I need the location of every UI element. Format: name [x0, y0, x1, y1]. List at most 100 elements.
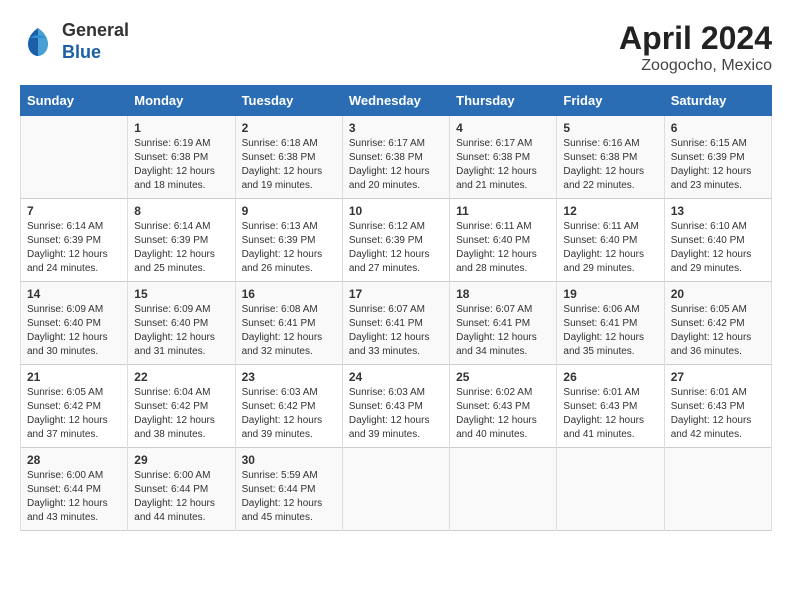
day-info: Sunrise: 6:13 AM Sunset: 6:39 PM Dayligh… — [242, 220, 336, 276]
day-info: Sunrise: 6:11 AM Sunset: 6:40 PM Dayligh… — [563, 220, 657, 276]
calendar-cell: 15 Sunrise: 6:09 AM Sunset: 6:40 PM Dayli… — [128, 282, 235, 365]
day-number: 11 — [456, 204, 550, 218]
calendar-cell: 21 Sunrise: 6:05 AM Sunset: 6:42 PM Dayli… — [21, 365, 128, 448]
day-info: Sunrise: 6:19 AM Sunset: 6:38 PM Dayligh… — [134, 137, 228, 193]
day-number: 19 — [563, 287, 657, 301]
header: General Blue April 2024 Zoogocho, Mexico — [20, 20, 772, 75]
day-info: Sunrise: 6:00 AM Sunset: 6:44 PM Dayligh… — [134, 469, 228, 525]
calendar-cell — [342, 448, 449, 531]
logo-text: General Blue — [62, 20, 129, 63]
calendar-cell: 18Sunrise: 6:07 AM Sunset: 6:41 PM Dayli… — [450, 282, 557, 365]
calendar-table: SundayMondayTuesdayWednesdayThursdayFrid… — [20, 85, 772, 531]
calendar-cell: 7 Sunrise: 6:14 AM Sunset: 6:39 PM Daylig… — [21, 199, 128, 282]
calendar-cell: 2 Sunrise: 6:18 AM Sunset: 6:38 PM Daylig… — [235, 116, 342, 199]
day-number: 3 — [349, 121, 443, 135]
day-header-friday: Friday — [557, 86, 664, 116]
calendar-cell: 12 Sunrise: 6:11 AM Sunset: 6:40 PM Dayli… — [557, 199, 664, 282]
calendar-cell: 9 Sunrise: 6:13 AM Sunset: 6:39 PM Daylig… — [235, 199, 342, 282]
day-number: 7 — [27, 204, 121, 218]
day-info: Sunrise: 6:10 AM Sunset: 6:40 PM Dayligh… — [671, 220, 765, 276]
day-info: Sunrise: 6:14 AM Sunset: 6:39 PM Dayligh… — [134, 220, 228, 276]
day-number: 23 — [242, 370, 336, 384]
day-info: Sunrise: 6:17 AM Sunset: 6:38 PM Dayligh… — [349, 137, 443, 193]
week-row-5: 28Sunrise: 6:00 AM Sunset: 6:44 PM Dayli… — [21, 448, 772, 531]
day-number: 5 — [563, 121, 657, 135]
title-area: April 2024 Zoogocho, Mexico — [619, 20, 772, 75]
day-info: Sunrise: 6:14 AM Sunset: 6:39 PM Dayligh… — [27, 220, 121, 276]
day-info: Sunrise: 6:07 AM Sunset: 6:41 PM Dayligh… — [456, 303, 550, 359]
day-header-saturday: Saturday — [664, 86, 771, 116]
day-info: Sunrise: 6:03 AM Sunset: 6:43 PM Dayligh… — [349, 386, 443, 442]
calendar-cell: 25Sunrise: 6:02 AM Sunset: 6:43 PM Dayli… — [450, 365, 557, 448]
day-info: Sunrise: 6:08 AM Sunset: 6:41 PM Dayligh… — [242, 303, 336, 359]
day-header-monday: Monday — [128, 86, 235, 116]
day-info: Sunrise: 6:12 AM Sunset: 6:39 PM Dayligh… — [349, 220, 443, 276]
day-number: 2 — [242, 121, 336, 135]
day-number: 1 — [134, 121, 228, 135]
day-info: Sunrise: 6:04 AM Sunset: 6:42 PM Dayligh… — [134, 386, 228, 442]
calendar-cell: 17 Sunrise: 6:07 AM Sunset: 6:41 PM Dayli… — [342, 282, 449, 365]
day-number: 22 — [134, 370, 228, 384]
day-info: Sunrise: 6:06 AM Sunset: 6:41 PM Dayligh… — [563, 303, 657, 359]
calendar-cell: 6Sunrise: 6:15 AM Sunset: 6:39 PM Daylig… — [664, 116, 771, 199]
calendar-cell — [21, 116, 128, 199]
day-number: 13 — [671, 204, 765, 218]
day-number: 16 — [242, 287, 336, 301]
day-header-sunday: Sunday — [21, 86, 128, 116]
day-number: 29 — [134, 453, 228, 467]
day-number: 21 — [27, 370, 121, 384]
month-year: April 2024 — [619, 20, 772, 57]
calendar-cell: 5 Sunrise: 6:16 AM Sunset: 6:38 PM Daylig… — [557, 116, 664, 199]
calendar-cell: 30Sunrise: 5:59 AM Sunset: 6:44 PM Dayli… — [235, 448, 342, 531]
day-info: Sunrise: 6:07 AM Sunset: 6:41 PM Dayligh… — [349, 303, 443, 359]
calendar-body: 1 Sunrise: 6:19 AM Sunset: 6:38 PM Daylig… — [21, 116, 772, 531]
day-header-tuesday: Tuesday — [235, 86, 342, 116]
day-number: 20 — [671, 287, 765, 301]
week-row-4: 21 Sunrise: 6:05 AM Sunset: 6:42 PM Dayli… — [21, 365, 772, 448]
day-number: 27 — [671, 370, 765, 384]
day-number: 30 — [242, 453, 336, 467]
calendar-cell — [450, 448, 557, 531]
calendar-cell: 28Sunrise: 6:00 AM Sunset: 6:44 PM Dayli… — [21, 448, 128, 531]
calendar-cell: 27 Sunrise: 6:01 AM Sunset: 6:43 PM Dayli… — [664, 365, 771, 448]
day-number: 10 — [349, 204, 443, 218]
calendar-cell: 23Sunrise: 6:03 AM Sunset: 6:42 PM Dayli… — [235, 365, 342, 448]
calendar-cell: 16 Sunrise: 6:08 AM Sunset: 6:41 PM Dayli… — [235, 282, 342, 365]
logo: General Blue — [20, 20, 129, 63]
day-info: Sunrise: 6:05 AM Sunset: 6:42 PM Dayligh… — [27, 386, 121, 442]
day-number: 4 — [456, 121, 550, 135]
calendar-cell: 20Sunrise: 6:05 AM Sunset: 6:42 PM Dayli… — [664, 282, 771, 365]
day-info: Sunrise: 6:17 AM Sunset: 6:38 PM Dayligh… — [456, 137, 550, 193]
calendar-cell — [664, 448, 771, 531]
calendar-cell: 22 Sunrise: 6:04 AM Sunset: 6:42 PM Dayli… — [128, 365, 235, 448]
calendar-cell: 3 Sunrise: 6:17 AM Sunset: 6:38 PM Daylig… — [342, 116, 449, 199]
day-number: 17 — [349, 287, 443, 301]
day-header-wednesday: Wednesday — [342, 86, 449, 116]
day-info: Sunrise: 6:16 AM Sunset: 6:38 PM Dayligh… — [563, 137, 657, 193]
calendar-header: SundayMondayTuesdayWednesdayThursdayFrid… — [21, 86, 772, 116]
week-row-2: 7 Sunrise: 6:14 AM Sunset: 6:39 PM Daylig… — [21, 199, 772, 282]
day-number: 15 — [134, 287, 228, 301]
day-info: Sunrise: 6:18 AM Sunset: 6:38 PM Dayligh… — [242, 137, 336, 193]
day-number: 12 — [563, 204, 657, 218]
calendar-cell: 10 Sunrise: 6:12 AM Sunset: 6:39 PM Dayli… — [342, 199, 449, 282]
day-header-thursday: Thursday — [450, 86, 557, 116]
calendar-cell: 29 Sunrise: 6:00 AM Sunset: 6:44 PM Dayli… — [128, 448, 235, 531]
calendar-cell: 19 Sunrise: 6:06 AM Sunset: 6:41 PM Dayli… — [557, 282, 664, 365]
day-info: Sunrise: 6:09 AM Sunset: 6:40 PM Dayligh… — [134, 303, 228, 359]
logo-blue-text: Blue — [62, 42, 129, 64]
day-number: 6 — [671, 121, 765, 135]
calendar-cell: 11Sunrise: 6:11 AM Sunset: 6:40 PM Dayli… — [450, 199, 557, 282]
day-number: 14 — [27, 287, 121, 301]
calendar-cell: 14Sunrise: 6:09 AM Sunset: 6:40 PM Dayli… — [21, 282, 128, 365]
day-info: Sunrise: 6:01 AM Sunset: 6:43 PM Dayligh… — [671, 386, 765, 442]
day-info: Sunrise: 6:02 AM Sunset: 6:43 PM Dayligh… — [456, 386, 550, 442]
calendar-cell — [557, 448, 664, 531]
day-info: Sunrise: 6:00 AM Sunset: 6:44 PM Dayligh… — [27, 469, 121, 525]
day-number: 9 — [242, 204, 336, 218]
calendar-cell: 26Sunrise: 6:01 AM Sunset: 6:43 PM Dayli… — [557, 365, 664, 448]
calendar-cell: 24 Sunrise: 6:03 AM Sunset: 6:43 PM Dayli… — [342, 365, 449, 448]
day-number: 24 — [349, 370, 443, 384]
day-info: Sunrise: 6:01 AM Sunset: 6:43 PM Dayligh… — [563, 386, 657, 442]
header-row: SundayMondayTuesdayWednesdayThursdayFrid… — [21, 86, 772, 116]
